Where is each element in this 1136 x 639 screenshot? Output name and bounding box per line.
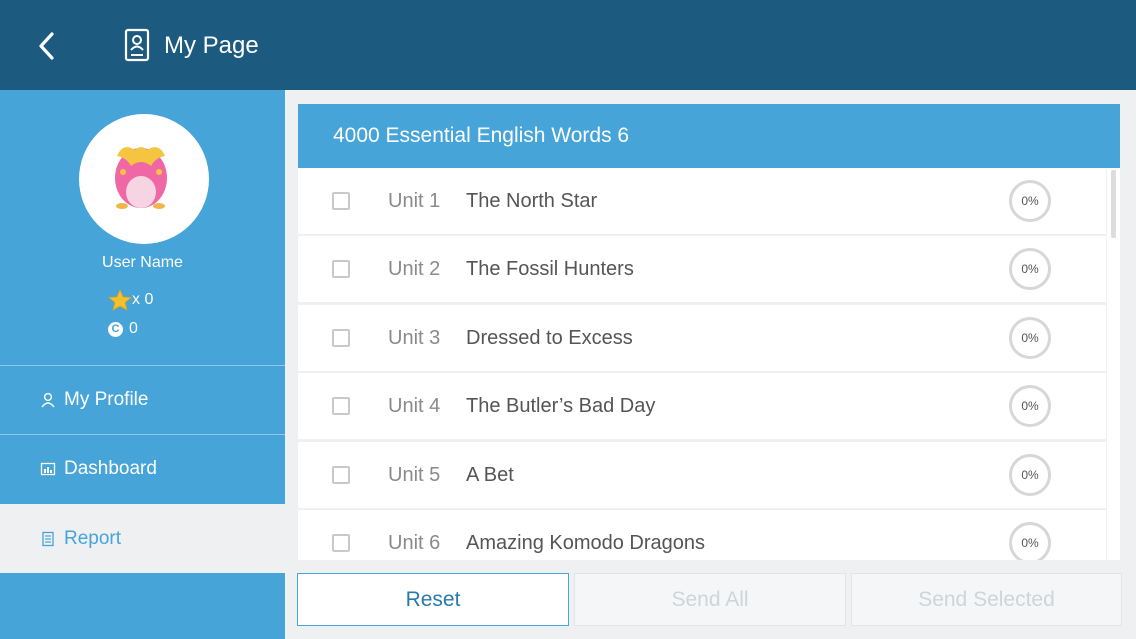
unit-number: Unit 4: [388, 394, 441, 417]
unit-number: Unit 5: [388, 463, 441, 486]
course-title: 4000 Essential English Words 6: [298, 104, 1120, 168]
profile-panel: User Name x 0 C 0: [0, 90, 285, 365]
list-item[interactable]: Unit 4 The Butler’s Bad Day 0%: [298, 373, 1106, 439]
unit-number: Unit 1: [388, 189, 441, 212]
page-title: My Page: [164, 32, 259, 59]
user-name: User Name: [102, 254, 183, 271]
character-avatar-icon: [115, 147, 167, 209]
list-item[interactable]: Unit 2 The Fossil Hunters 0%: [298, 236, 1106, 302]
progress-indicator: 0%: [1009, 522, 1051, 560]
sidebar-item-dashboard[interactable]: Dashboard: [0, 434, 285, 503]
reset-button[interactable]: Reset: [297, 573, 569, 626]
unit-list[interactable]: Unit 1 The North Star 0% Unit 2 The Foss…: [298, 168, 1120, 560]
unit-title: Amazing Komodo Dragons: [466, 531, 706, 554]
avatar: [79, 114, 209, 244]
sidebar-item-report[interactable]: Report: [0, 504, 285, 573]
progress-indicator: 0%: [1009, 317, 1051, 359]
stars-count: x 0: [108, 288, 153, 312]
sidebar-item-label: Dashboard: [64, 458, 157, 479]
sidebar-item-my-profile[interactable]: My Profile: [0, 365, 285, 434]
unit-number: Unit 2: [388, 257, 441, 280]
unit-title: Dressed to Excess: [466, 326, 633, 349]
unit-checkbox[interactable]: [332, 329, 350, 347]
unit-checkbox[interactable]: [332, 466, 350, 484]
progress-indicator: 0%: [1009, 248, 1051, 290]
progress-indicator: 0%: [1009, 385, 1051, 427]
unit-title: A Bet: [466, 463, 514, 486]
coins-count: C 0: [108, 318, 138, 340]
send-selected-button[interactable]: Send Selected: [851, 573, 1122, 626]
stars-value: x 0: [132, 291, 154, 308]
scrollbar-thumb[interactable]: [1111, 170, 1116, 238]
unit-title: The Butler’s Bad Day: [466, 394, 656, 417]
unit-checkbox[interactable]: [332, 534, 350, 552]
top-bar: My Page: [0, 0, 1136, 90]
my-page-icon: [124, 28, 150, 62]
back-button[interactable]: [34, 30, 62, 62]
send-all-button[interactable]: Send All: [574, 573, 846, 626]
sidebar-item-label: Report: [64, 527, 122, 549]
unit-title: The Fossil Hunters: [466, 257, 634, 280]
report-icon: [40, 531, 56, 547]
unit-checkbox[interactable]: [332, 192, 350, 210]
sidebar: User Name x 0 C 0 My Profile Dashboard R…: [0, 90, 285, 639]
progress-indicator: 0%: [1009, 180, 1051, 222]
unit-number: Unit 3: [388, 326, 441, 349]
star-icon: [108, 289, 132, 311]
coin-icon: C: [108, 321, 123, 337]
list-item[interactable]: Unit 3 Dressed to Excess 0%: [298, 305, 1106, 371]
coins-value: 0: [129, 320, 138, 337]
unit-number: Unit 6: [388, 531, 441, 554]
unit-checkbox[interactable]: [332, 260, 350, 278]
list-item[interactable]: Unit 6 Amazing Komodo Dragons 0%: [298, 510, 1106, 560]
user-icon: [40, 392, 56, 408]
chevron-left-icon: [39, 32, 54, 60]
dashboard-icon: [40, 461, 56, 477]
progress-indicator: 0%: [1009, 454, 1051, 496]
list-item[interactable]: Unit 5 A Bet 0%: [298, 442, 1106, 508]
unit-title: The North Star: [466, 189, 598, 212]
list-item[interactable]: Unit 1 The North Star 0%: [298, 168, 1106, 234]
sidebar-item-label: My Profile: [64, 389, 149, 410]
unit-checkbox[interactable]: [332, 397, 350, 415]
report-content: 4000 Essential English Words 6 Unit 1 Th…: [285, 90, 1136, 639]
